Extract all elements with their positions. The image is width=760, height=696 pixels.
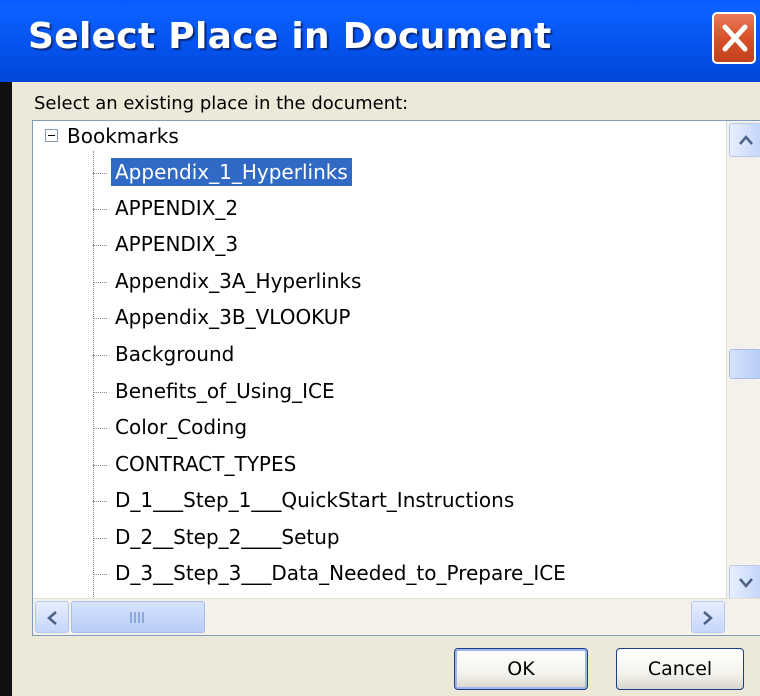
- horizontal-scroll-thumb[interactable]: [71, 601, 205, 633]
- title-bar[interactable]: Select Place in Document: [0, 0, 760, 82]
- tree-item-label: APPENDIX_3: [115, 232, 239, 256]
- scroll-left-button[interactable]: [35, 601, 69, 633]
- window-title: Select Place in Document: [28, 16, 552, 57]
- tree-item-label: Benefits_of_Using_ICE: [115, 379, 335, 403]
- dialog-body: Select an existing place in the document…: [12, 82, 760, 696]
- tree-item-label: CONTRACT_TYPES: [115, 452, 297, 476]
- vertical-scrollbar[interactable]: [726, 121, 760, 601]
- tree-item-label: D_3__Step_3___Data_Needed_to_Prepare_ICE: [115, 561, 566, 585]
- tree-connector: [93, 151, 94, 611]
- bookmark-tree[interactable]: Bookmarks Appendix_1_Hyperlinks APPENDIX…: [32, 120, 760, 636]
- cancel-button[interactable]: Cancel: [616, 648, 744, 690]
- tree-item-label: Appendix_1_Hyperlinks: [110, 157, 353, 187]
- tree-item-label: Background: [115, 342, 235, 366]
- tree-item-label: Appendix_3A_Hyperlinks: [115, 269, 362, 293]
- ok-button[interactable]: OK: [454, 648, 588, 690]
- tree-item-label: D_2__Step_2____Setup: [115, 525, 340, 549]
- minus-box-icon[interactable]: [45, 129, 58, 142]
- horizontal-scrollbar[interactable]: [33, 598, 760, 635]
- vertical-scroll-thumb[interactable]: [729, 349, 760, 379]
- close-icon: [722, 24, 748, 52]
- close-button[interactable]: [712, 12, 756, 64]
- tree-item-label: Appendix_3B_VLOOKUP: [115, 305, 351, 329]
- chevron-right-icon: [703, 611, 713, 625]
- chevron-down-icon: [739, 578, 753, 588]
- tree-root-bookmarks[interactable]: Bookmarks: [67, 121, 179, 151]
- prompt-label: Select an existing place in the document…: [34, 93, 409, 114]
- dialog-window: Select Place in Document Select an exist…: [0, 0, 760, 696]
- chevron-up-icon: [739, 135, 753, 145]
- scroll-right-button[interactable]: [691, 601, 725, 633]
- tree-item-label: APPENDIX_2: [115, 196, 239, 220]
- background-edge: [0, 82, 12, 696]
- tree-view: Bookmarks Appendix_1_Hyperlinks APPENDIX…: [33, 121, 727, 611]
- grip-icon: [130, 612, 146, 623]
- scroll-up-button[interactable]: [729, 123, 760, 157]
- scroll-down-button[interactable]: [729, 565, 760, 599]
- tree-item-label: D_1___Step_1___QuickStart_Instructions: [115, 488, 515, 512]
- tree-item-label: Color_Coding: [115, 415, 248, 439]
- chevron-left-icon: [47, 611, 57, 625]
